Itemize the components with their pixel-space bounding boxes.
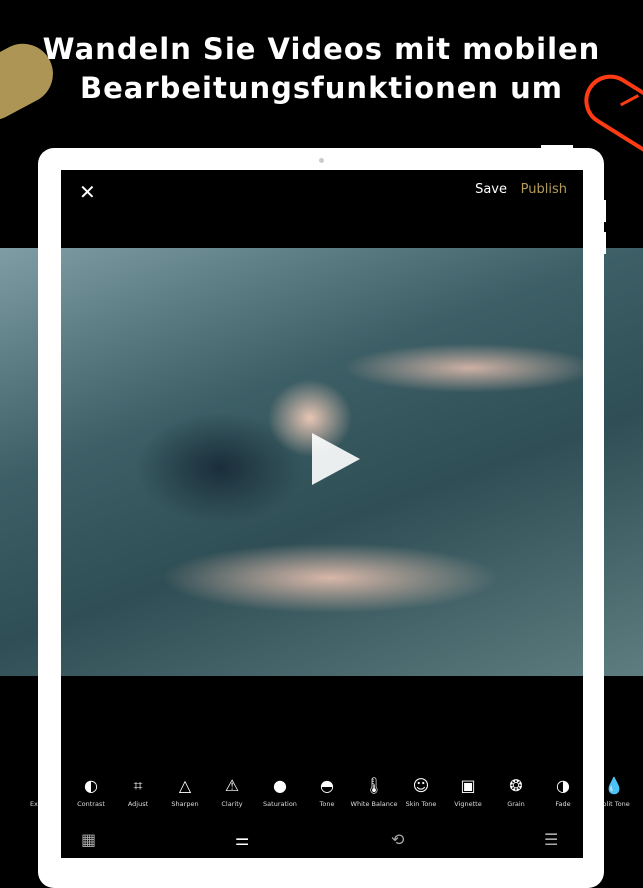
editor-top-bar: ✕ Save Publish: [61, 180, 583, 204]
presets-grid-icon[interactable]: ▦: [81, 830, 96, 849]
close-icon[interactable]: ✕: [79, 180, 96, 204]
save-button[interactable]: Save: [475, 182, 507, 197]
recipes-icon[interactable]: ☰: [544, 830, 558, 849]
tools-sliders-icon[interactable]: ⚌: [235, 830, 249, 849]
headline-line-1: Wandeln Sie Videos mit mobilen: [42, 32, 601, 66]
headline-line-2: Bearbeitungsfunktionen um: [79, 71, 564, 105]
headline: Wandeln Sie Videos mit mobilen Bearbeitu…: [0, 30, 643, 108]
tablet-bezel-right: [583, 676, 604, 858]
camera: [319, 158, 324, 163]
history-icon[interactable]: ⟲: [391, 830, 404, 849]
publish-button[interactable]: Publish: [521, 182, 567, 197]
play-icon[interactable]: [312, 433, 360, 485]
tablet-bezel-left: [38, 676, 61, 858]
